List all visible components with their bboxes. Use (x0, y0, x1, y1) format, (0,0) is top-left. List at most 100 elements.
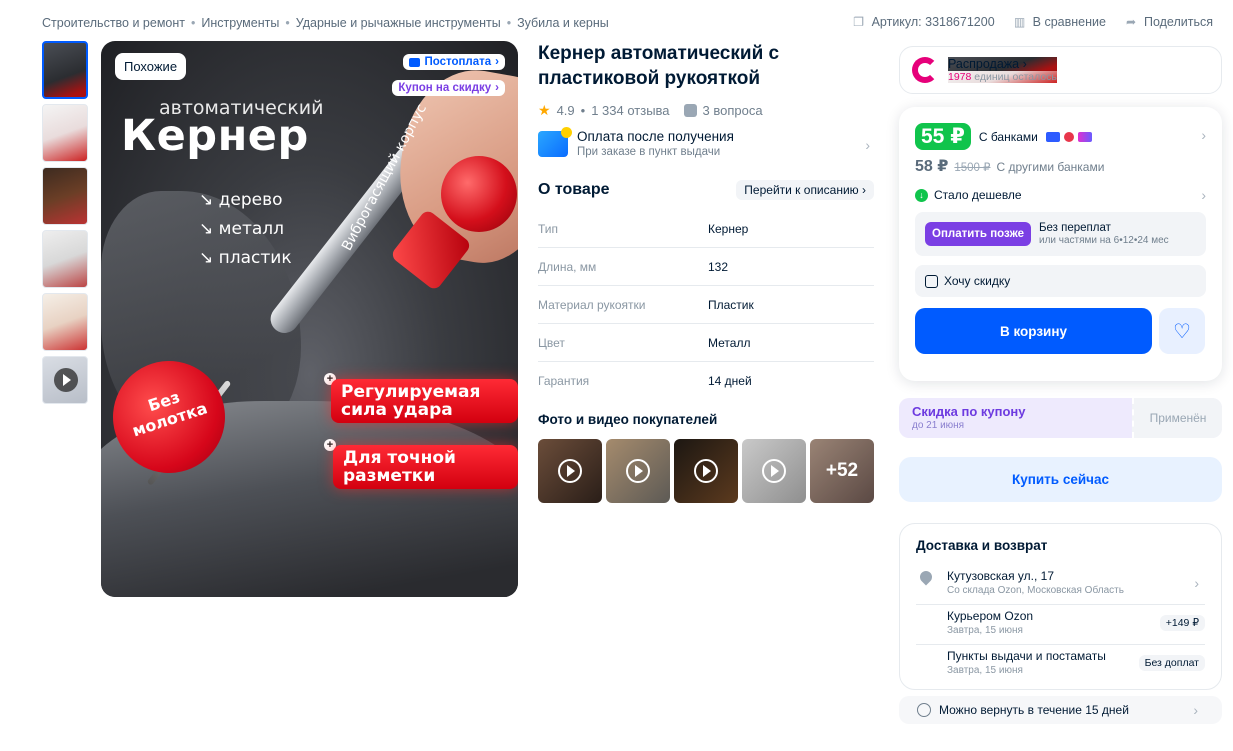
more-photos-button[interactable]: +52 (810, 439, 874, 503)
go-to-description-label: Перейти к описанию (744, 183, 859, 197)
bank-price: 55 ₽ (915, 123, 971, 150)
spec-key: Тип (538, 221, 559, 236)
gallery-thumb[interactable] (42, 104, 88, 162)
delivery-address-sub: Со склада Ozon, Московская Область (947, 585, 1124, 596)
delivery-pickup-row[interactable]: Пункты выдачи и постаматы Завтра, 15 июн… (916, 645, 1205, 685)
return-policy-row[interactable]: Можно вернуть в течение 15 дней › (899, 696, 1222, 724)
share-button[interactable]: ➦ Поделиться (1124, 15, 1213, 29)
percent-icon (925, 274, 938, 288)
delivery-title: Доставка и возврат (916, 538, 1048, 553)
location-pin-icon (917, 568, 935, 586)
go-to-description-button[interactable]: Перейти к описанию › (736, 180, 874, 200)
chevron-right-icon: › (865, 137, 870, 153)
product-meta: ❐ Артикул: 3318671200 ▥ В сравнение ➦ По… (852, 15, 1213, 29)
gallery-thumb[interactable] (42, 167, 88, 225)
share-label: Поделиться (1143, 15, 1213, 29)
image-title: Кернер (121, 111, 309, 161)
coupon-title: Скидка по купону (912, 404, 1026, 419)
breadcrumb-separator: • (191, 16, 196, 30)
sale-stock: 1978 единиц осталось (948, 71, 1057, 83)
sale-count-text: единиц осталось (974, 71, 1057, 83)
spec-key: Гарантия (538, 374, 590, 388)
postpay-label: Постоплата (424, 56, 492, 68)
gallery-thumb[interactable] (42, 41, 88, 99)
pay-later-subtitle: или частями на 6•12•24 мес (1038, 235, 1169, 246)
product-main-image[interactable]: автоматический Кернер дерево металл плас… (101, 41, 518, 597)
sbp-icon (1063, 131, 1074, 142)
other-price-label: С другими банками (996, 160, 1105, 174)
pay-after-row[interactable]: Оплата после получения При заказе в пунк… (538, 127, 874, 158)
favorite-button[interactable]: ♡ (1159, 308, 1205, 354)
buyer-photos-title: Фото и видео покупателей (538, 412, 718, 427)
similar-button[interactable]: Похожие (115, 53, 187, 80)
breadcrumb-item[interactable]: Строительство и ремонт (42, 16, 185, 30)
spec-value: Кернер (708, 221, 749, 236)
chevron-right-icon: › (1201, 127, 1206, 143)
questions-link[interactable]: 3 вопроса (703, 103, 763, 118)
chevron-right-icon: › (495, 56, 499, 68)
play-icon (762, 459, 786, 483)
bank-price-row[interactable]: 55 ₽ С банками › (915, 123, 1206, 150)
material-item: пластик (199, 244, 292, 273)
play-icon (558, 459, 582, 483)
coupon-pill[interactable]: Купон на скидку › (392, 80, 505, 96)
coupon-bar[interactable]: Скидка по купону до 21 июня Применён (899, 398, 1222, 438)
sale-title-text: Распродажа (948, 57, 1020, 71)
compare-button[interactable]: ▥ В сравнение (1013, 15, 1106, 29)
want-discount-button[interactable]: Хочу скидку (915, 265, 1206, 297)
card-icon (538, 127, 572, 157)
return-policy-label: Можно вернуть в течение 15 дней (939, 703, 1129, 717)
gallery-thumb[interactable] (42, 293, 88, 351)
spec-row: Гарантия 14 дней (538, 362, 874, 400)
spec-row: Длина, мм 132 (538, 248, 874, 286)
arrow-down-icon: ↓ (915, 188, 928, 202)
spec-key: Материал рукоятки (538, 297, 646, 312)
buy-now-button[interactable]: Купить сейчас (899, 457, 1222, 502)
gallery-video-thumb[interactable] (42, 356, 88, 404)
pay-later-title: Без переплат (1038, 222, 1111, 234)
delivery-address-row[interactable]: Кутузовская ул., 17 Со склада Ozon, Моск… (916, 565, 1205, 605)
article-number[interactable]: ❐ Артикул: 3318671200 (852, 15, 995, 29)
breadcrumb-separator: • (506, 16, 512, 30)
pickup-price: Без доплат (1138, 655, 1205, 671)
price-dropped-row[interactable]: ↓ Стало дешевле › (915, 187, 1206, 203)
delivery-courier-row[interactable]: Курьером Ozon Завтра, 15 июня +149 ₽ (916, 605, 1205, 645)
pay-after-subtitle: При заказе в пункт выдачи (577, 146, 721, 158)
spec-value: 14 дней (708, 374, 752, 388)
rating-row: ★ 4.9 • 1 334 отзыва 3 вопроса (538, 102, 874, 119)
breadcrumb-item[interactable]: Ударные и рычажные инструменты (296, 16, 501, 30)
ozon-bank-icon (1045, 131, 1060, 142)
sale-banner[interactable]: Распродажа › 1978 единиц осталось (899, 46, 1222, 94)
product-title: Кернер автоматический с пластиковой руко… (538, 43, 780, 89)
breadcrumb-item[interactable]: Зубила и керны (517, 16, 609, 30)
want-discount-label: Хочу скидку (944, 274, 1011, 288)
more-photos-count: +52 (810, 439, 874, 503)
card-system-icon (1077, 131, 1092, 142)
delivery-card: Доставка и возврат Кутузовская ул., 17 С… (899, 523, 1222, 690)
spec-key: Длина, мм (538, 259, 597, 274)
material-item: дерево (199, 186, 292, 215)
chevron-right-icon: › (1193, 702, 1198, 718)
pay-later-button[interactable]: Оплатить позже (925, 222, 1031, 246)
other-price: 58 ₽ (915, 158, 949, 175)
add-to-cart-button[interactable]: В корзину (915, 308, 1152, 354)
buyer-video[interactable] (606, 439, 670, 503)
rating-separator: • (580, 103, 586, 118)
question-icon (683, 104, 697, 117)
breadcrumb-item[interactable]: Инструменты (201, 16, 279, 30)
gallery-thumb[interactable] (42, 230, 88, 288)
buyer-video[interactable] (674, 439, 738, 503)
rating-value[interactable]: 4.9 (557, 103, 575, 118)
article-label: Артикул: 3318671200 (871, 15, 995, 29)
pay-after-title: Оплата после получения (577, 129, 734, 144)
price-dropped-label: Стало дешевле (934, 188, 1022, 202)
buyer-video[interactable] (538, 439, 602, 503)
about-header: О товаре Перейти к описанию › (538, 180, 874, 200)
postpay-pill[interactable]: Постоплата › (403, 54, 505, 70)
sale-title: Распродажа › (948, 57, 1057, 71)
spec-key: Цвет (538, 335, 565, 350)
buyer-video[interactable] (742, 439, 806, 503)
heart-icon: ♡ (1173, 320, 1191, 343)
reviews-link[interactable]: 1 334 отзыва (591, 103, 669, 118)
delivery-address: Кутузовская ул., 17 (947, 569, 1055, 583)
